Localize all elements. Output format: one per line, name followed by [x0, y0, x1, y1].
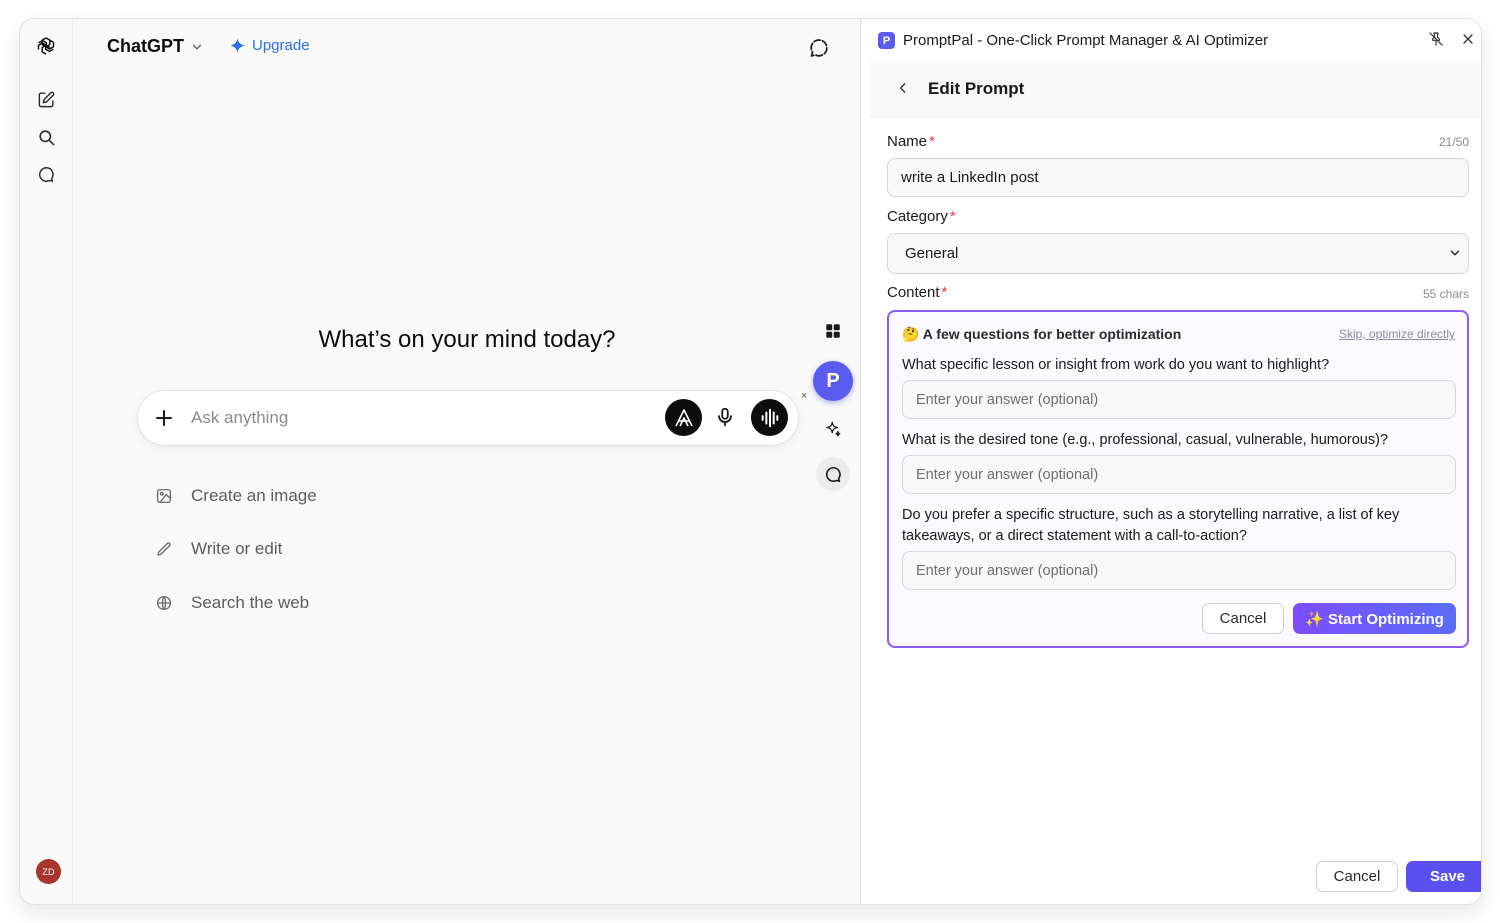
cancel-button[interactable]: Cancel	[1316, 861, 1398, 892]
content-label-text: Content	[887, 284, 940, 301]
promptpal-logo: P	[878, 32, 895, 49]
answer-field-2[interactable]	[902, 455, 1456, 494]
optimization-heading: 🤔 A few questions for better optimizatio…	[902, 326, 1182, 342]
waveform-icon	[761, 408, 778, 427]
upgrade-label: Upgrade	[252, 37, 310, 54]
panel-title: PromptPal - One-Click Prompt Manager & A…	[903, 32, 1269, 49]
name-label-text: Name	[887, 133, 928, 150]
sparkle-magic-icon[interactable]	[817, 413, 849, 445]
globe-icon	[156, 595, 172, 611]
apps-grid-icon[interactable]	[817, 315, 849, 347]
promptpal-panel: P PromptPal - One-Click Prompt Manager &…	[862, 19, 1481, 904]
ask-input[interactable]	[191, 405, 651, 431]
suggestion-label: Create an image	[191, 486, 317, 505]
required-mark: *	[941, 284, 948, 301]
close-icon[interactable]	[1460, 31, 1478, 49]
suggestion-write-edit[interactable]: Write or edit	[155, 539, 282, 559]
pencil-icon	[157, 542, 171, 556]
question-1: What specific lesson or insight from wor…	[902, 357, 1330, 373]
save-button[interactable]: Save	[1406, 861, 1481, 892]
chat-main: ChatGPT Upgrade What’s on your mind toda…	[73, 19, 861, 904]
chevron-down-icon	[192, 44, 202, 49]
suggestion-label: Write or edit	[191, 539, 283, 558]
name-field[interactable]	[887, 158, 1469, 197]
category-label: Category *	[887, 208, 956, 225]
question-3: Do you prefer a specific structure, such…	[902, 507, 1400, 544]
optimize-cancel-button[interactable]: Cancel	[1202, 603, 1284, 634]
content-label: Content *	[887, 284, 947, 301]
panel-header: P PromptPal - One-Click Prompt Manager &…	[862, 19, 1481, 61]
required-mark: *	[929, 133, 935, 150]
model-switcher[interactable]: ChatGPT	[107, 36, 204, 57]
name-counter: 21/50	[1438, 135, 1469, 149]
skip-optimize-link[interactable]: Skip, optimize directly	[1339, 327, 1455, 341]
temporary-chat-icon[interactable]	[808, 37, 830, 59]
category-label-text: Category	[887, 208, 948, 225]
question-2: What is the desired tone (e.g., professi…	[902, 432, 1389, 448]
edit-prompt-header: Edit Prompt	[870, 61, 1481, 117]
content-counter: 55 chars	[1422, 287, 1469, 301]
unpin-icon[interactable]	[1428, 31, 1446, 49]
microphone-icon[interactable]	[714, 406, 738, 430]
model-name: ChatGPT	[107, 36, 185, 56]
upgrade-button[interactable]: Upgrade	[229, 37, 310, 54]
chevron-down-icon	[1450, 250, 1460, 256]
search-icon[interactable]	[34, 125, 58, 149]
app-window: ZD ChatGPT Upgrade What’s on your mind t…	[20, 19, 1481, 904]
sparkle-icon	[230, 38, 245, 53]
extension-logo-icon	[674, 408, 693, 426]
chat-assistant-icon[interactable]	[816, 457, 850, 491]
greeting-heading: What’s on your mind today?	[318, 326, 616, 353]
promptpal-launcher-button[interactable]: P	[813, 361, 853, 401]
openai-logo-icon[interactable]	[34, 34, 58, 58]
close-launcher-icon[interactable]: ×	[801, 390, 807, 402]
required-mark: *	[949, 208, 956, 225]
category-select[interactable]: General	[887, 233, 1469, 274]
suggestion-create-image[interactable]: Create an image	[155, 486, 317, 506]
image-icon	[156, 488, 172, 504]
optimization-questions-box: 🤔 A few questions for better optimizatio…	[887, 310, 1469, 648]
name-label: Name *	[887, 133, 935, 150]
suggestion-label: Search the web	[191, 593, 310, 612]
sidebar-rail: ZD	[20, 19, 73, 904]
category-value: General	[905, 245, 959, 262]
chat-bubble-icon[interactable]	[34, 162, 58, 186]
answer-field-1[interactable]	[902, 380, 1456, 419]
plus-icon[interactable]	[152, 406, 176, 430]
start-optimizing-button[interactable]: ✨ Start Optimizing	[1293, 603, 1456, 634]
back-chevron-icon[interactable]	[896, 81, 912, 97]
suggestion-search-web[interactable]: Search the web	[155, 593, 309, 613]
page-title: Edit Prompt	[928, 79, 1025, 98]
composer	[138, 391, 798, 445]
new-chat-icon[interactable]	[34, 87, 58, 111]
avatar[interactable]: ZD	[36, 859, 61, 884]
voice-mode-button[interactable]	[751, 399, 788, 436]
anthropic-extension-button[interactable]	[665, 399, 702, 436]
answer-field-3[interactable]	[902, 551, 1456, 590]
